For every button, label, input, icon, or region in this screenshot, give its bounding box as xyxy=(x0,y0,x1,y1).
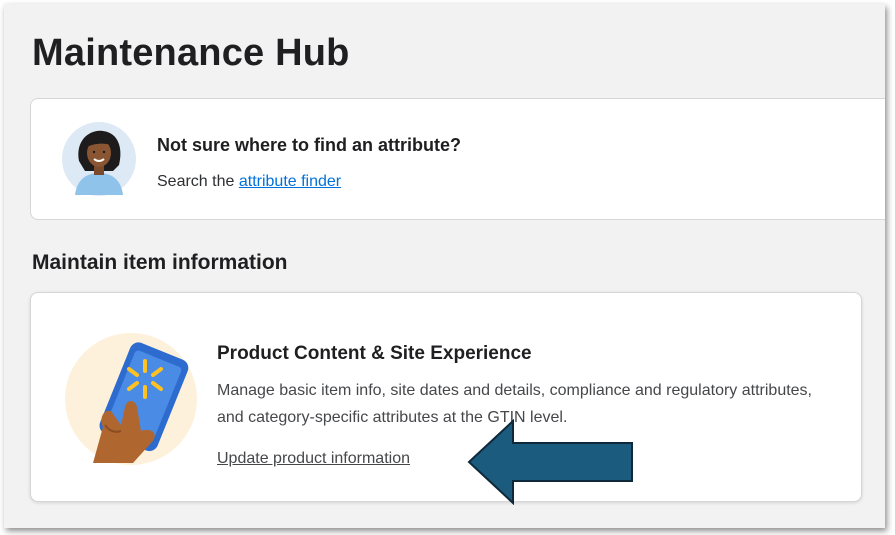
finder-text-prefix: Search the xyxy=(157,173,235,190)
finder-heading: Not sure where to find an attribute? xyxy=(157,135,462,155)
section-title: Maintain item information xyxy=(32,251,288,274)
page-title: Maintenance Hub xyxy=(32,32,350,74)
card-title: Product Content & Site Experience xyxy=(217,343,532,364)
app-frame: Maintenance Hub Not sure where to find a… xyxy=(4,4,885,528)
person-avatar-icon xyxy=(62,122,136,196)
attribute-finder-link[interactable]: attribute finder xyxy=(239,173,341,190)
product-content-card: Product Content & Site Experience Manage… xyxy=(30,292,862,502)
left-arrow-icon xyxy=(467,419,633,505)
update-product-information-link[interactable]: Update product information xyxy=(217,450,410,468)
finder-text: Search the attribute finder xyxy=(157,173,341,191)
hand-holding-phone-icon xyxy=(65,333,197,465)
attribute-finder-card: Not sure where to find an attribute? Sea… xyxy=(30,98,885,220)
